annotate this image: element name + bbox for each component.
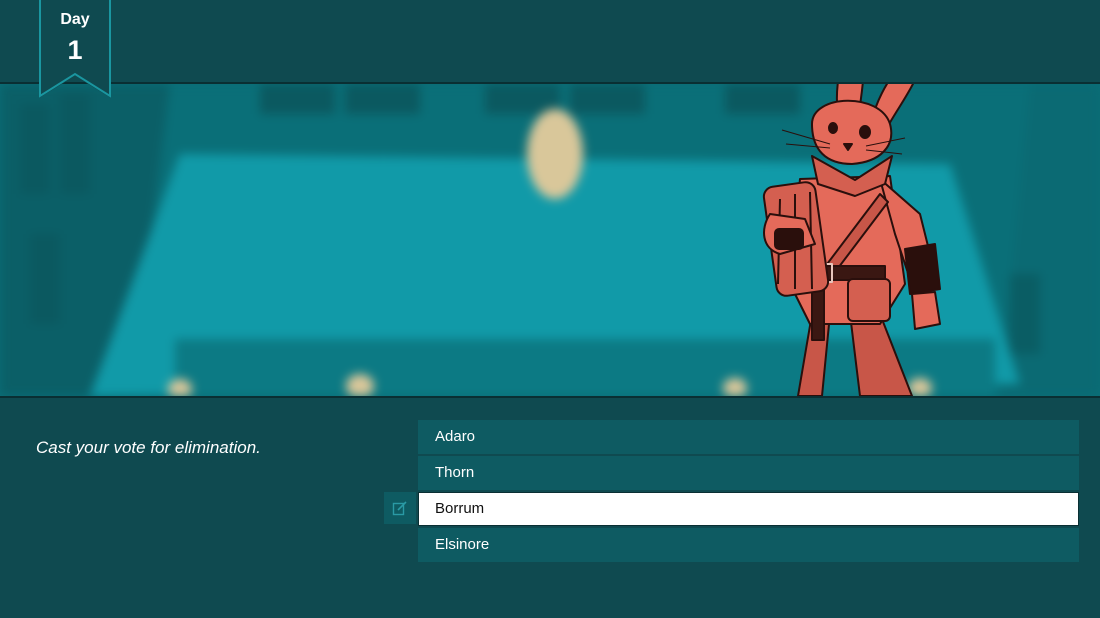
day-label: Day	[60, 11, 90, 28]
vote-option-adaro[interactable]: Adaro	[418, 420, 1079, 454]
game-scene	[0, 84, 1100, 398]
day-ribbon: Day 1	[39, 0, 111, 98]
vote-option-elsinore[interactable]: Elsinore	[418, 528, 1079, 562]
vote-option-borrum[interactable]: Borrum	[418, 492, 1079, 526]
vote-panel: Cast your vote for elimination. Adaro Th…	[0, 398, 1100, 618]
edit-vote-button[interactable]	[384, 492, 416, 524]
top-bar	[0, 0, 1100, 84]
vote-prompt: Cast your vote for elimination.	[36, 438, 261, 457]
vote-options-list: Adaro Thorn Borrum Elsinore	[418, 420, 1079, 564]
day-number: 1	[67, 35, 83, 65]
rabbit-character	[762, 84, 941, 396]
vote-option-thorn[interactable]: Thorn	[418, 456, 1079, 490]
edit-note-icon	[392, 501, 407, 516]
